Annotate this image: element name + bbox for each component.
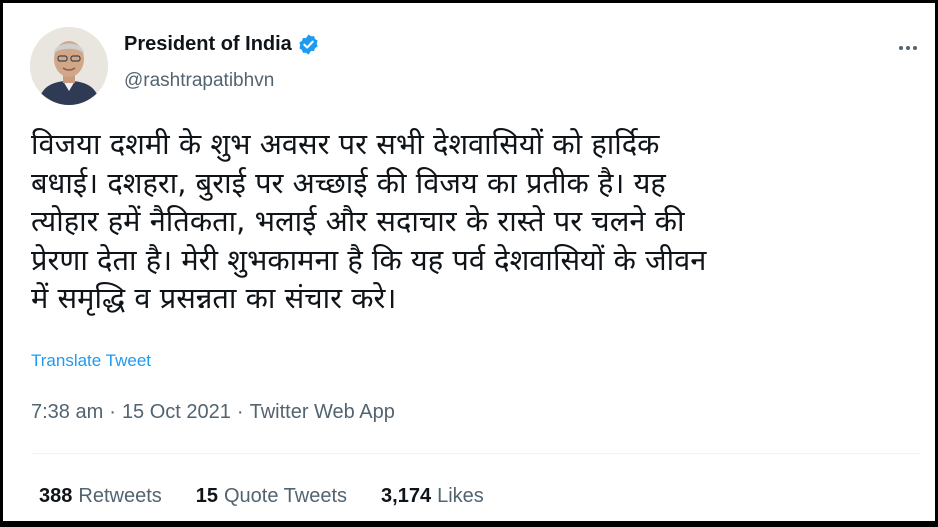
- avatar-image: [30, 27, 108, 105]
- meta-separator: ·: [109, 401, 116, 423]
- tweet-date[interactable]: 15 Oct 2021: [122, 401, 231, 424]
- retweets-stat[interactable]: 388 Retweets: [39, 485, 162, 508]
- likes-label: Likes: [437, 485, 484, 507]
- display-name-row: President of India: [124, 33, 320, 56]
- tweet-metadata: 7:38 am · 15 Oct 2021 · Twitter Web App: [31, 401, 395, 424]
- likes-count: 3,174: [381, 485, 432, 507]
- likes-stat[interactable]: 3,174 Likes: [381, 485, 484, 508]
- display-name[interactable]: President of India: [124, 33, 292, 56]
- quote-tweets-count: 15: [195, 485, 218, 507]
- translate-tweet-link[interactable]: Translate Tweet: [31, 351, 151, 371]
- tweet-card: President of India @rashtrapatibhvn विजय…: [3, 3, 935, 521]
- meta-separator: ·: [236, 401, 244, 423]
- retweets-count: 388: [39, 485, 73, 507]
- avatar[interactable]: [30, 27, 108, 105]
- tweet-time[interactable]: 7:38 am: [31, 401, 103, 424]
- retweets-label: Retweets: [78, 485, 162, 507]
- verified-badge-icon: [297, 33, 320, 56]
- divider: [31, 453, 921, 454]
- more-options-icon[interactable]: [893, 33, 923, 63]
- quote-tweets-label: Quote Tweets: [224, 485, 348, 507]
- tweet-text: विजया दशमी के शुभ अवसर पर सभी देशवासियों…: [31, 127, 707, 315]
- user-handle[interactable]: @rashtrapatibhvn: [124, 70, 274, 92]
- engagement-stats: 388 Retweets 15 Quote Tweets 3,174 Likes: [39, 485, 484, 508]
- tweet-source[interactable]: Twitter Web App: [250, 401, 395, 424]
- quote-tweets-stat[interactable]: 15 Quote Tweets: [196, 485, 347, 508]
